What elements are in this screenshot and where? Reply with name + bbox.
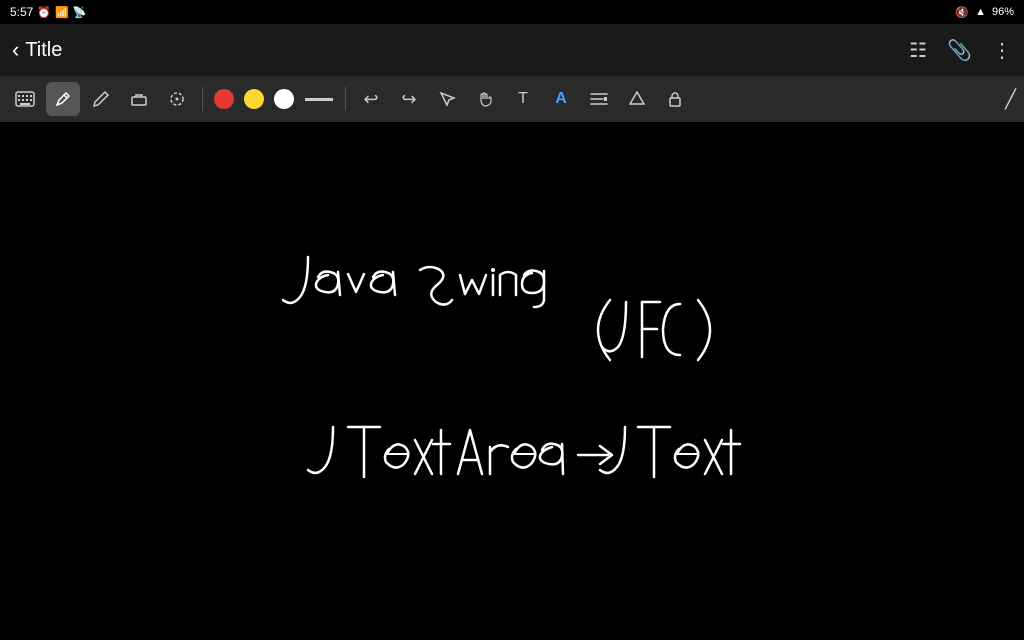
back-button[interactable]: ‹ bbox=[12, 37, 19, 63]
handwriting-jtextarea bbox=[308, 427, 740, 477]
book-open-icon[interactable]: ☷ bbox=[909, 38, 927, 63]
lock-tool[interactable] bbox=[658, 82, 692, 116]
status-bar: 5:57 ⏰ 📶 📡 🔇 ▲ 96% bbox=[0, 0, 1024, 24]
signal-icon: 📶 bbox=[55, 6, 69, 19]
nav-bar: ‹ Title ☷ 📎 ⋮ bbox=[0, 24, 1024, 76]
keyboard-tool[interactable] bbox=[8, 82, 42, 116]
toolbar: ↩ ↪ T A ╱ bbox=[0, 76, 1024, 122]
nav-actions: ☷ 📎 ⋮ bbox=[909, 38, 1012, 63]
align-tool[interactable] bbox=[582, 82, 616, 116]
handwriting-java-swing bbox=[283, 257, 544, 307]
redo-button[interactable]: ↪ bbox=[392, 82, 426, 116]
paperclip-icon[interactable]: 📎 bbox=[947, 38, 972, 63]
stroke-width-selector[interactable] bbox=[305, 98, 333, 101]
pen-tool[interactable] bbox=[46, 82, 80, 116]
shape-tool[interactable] bbox=[620, 82, 654, 116]
eraser-tool[interactable] bbox=[122, 82, 156, 116]
mute-icon: 🔇 bbox=[955, 6, 969, 19]
back-icon: ‹ bbox=[12, 37, 19, 63]
pointer-tool[interactable] bbox=[430, 82, 464, 116]
nav-title: Title bbox=[25, 39, 62, 62]
style-text-tool[interactable]: A bbox=[544, 82, 578, 116]
canvas-area[interactable] bbox=[0, 122, 1024, 640]
color-white[interactable] bbox=[274, 89, 294, 109]
more-options-icon[interactable]: ⋮ bbox=[992, 38, 1012, 63]
divider-2 bbox=[345, 87, 346, 111]
hand-tool[interactable] bbox=[468, 82, 502, 116]
color-yellow[interactable] bbox=[244, 89, 264, 109]
wifi-icon: 📡 bbox=[73, 6, 87, 19]
text-tool[interactable]: T bbox=[506, 82, 540, 116]
pencil-tool[interactable] bbox=[84, 82, 118, 116]
status-time: 5:57 bbox=[10, 5, 33, 19]
pen-tail-icon: ╱ bbox=[1005, 89, 1016, 110]
handwriting-jfc bbox=[598, 300, 710, 360]
lasso-tool[interactable] bbox=[160, 82, 194, 116]
divider-1 bbox=[202, 87, 203, 111]
wifi-status-icon: ▲ bbox=[975, 6, 986, 18]
undo-button[interactable]: ↩ bbox=[354, 82, 388, 116]
battery-level: 96% bbox=[992, 6, 1014, 18]
alarm-icon: ⏰ bbox=[37, 6, 51, 19]
status-right: 🔇 ▲ 96% bbox=[955, 6, 1014, 19]
status-left: 5:57 ⏰ 📶 📡 bbox=[10, 5, 86, 19]
color-red[interactable] bbox=[214, 89, 234, 109]
